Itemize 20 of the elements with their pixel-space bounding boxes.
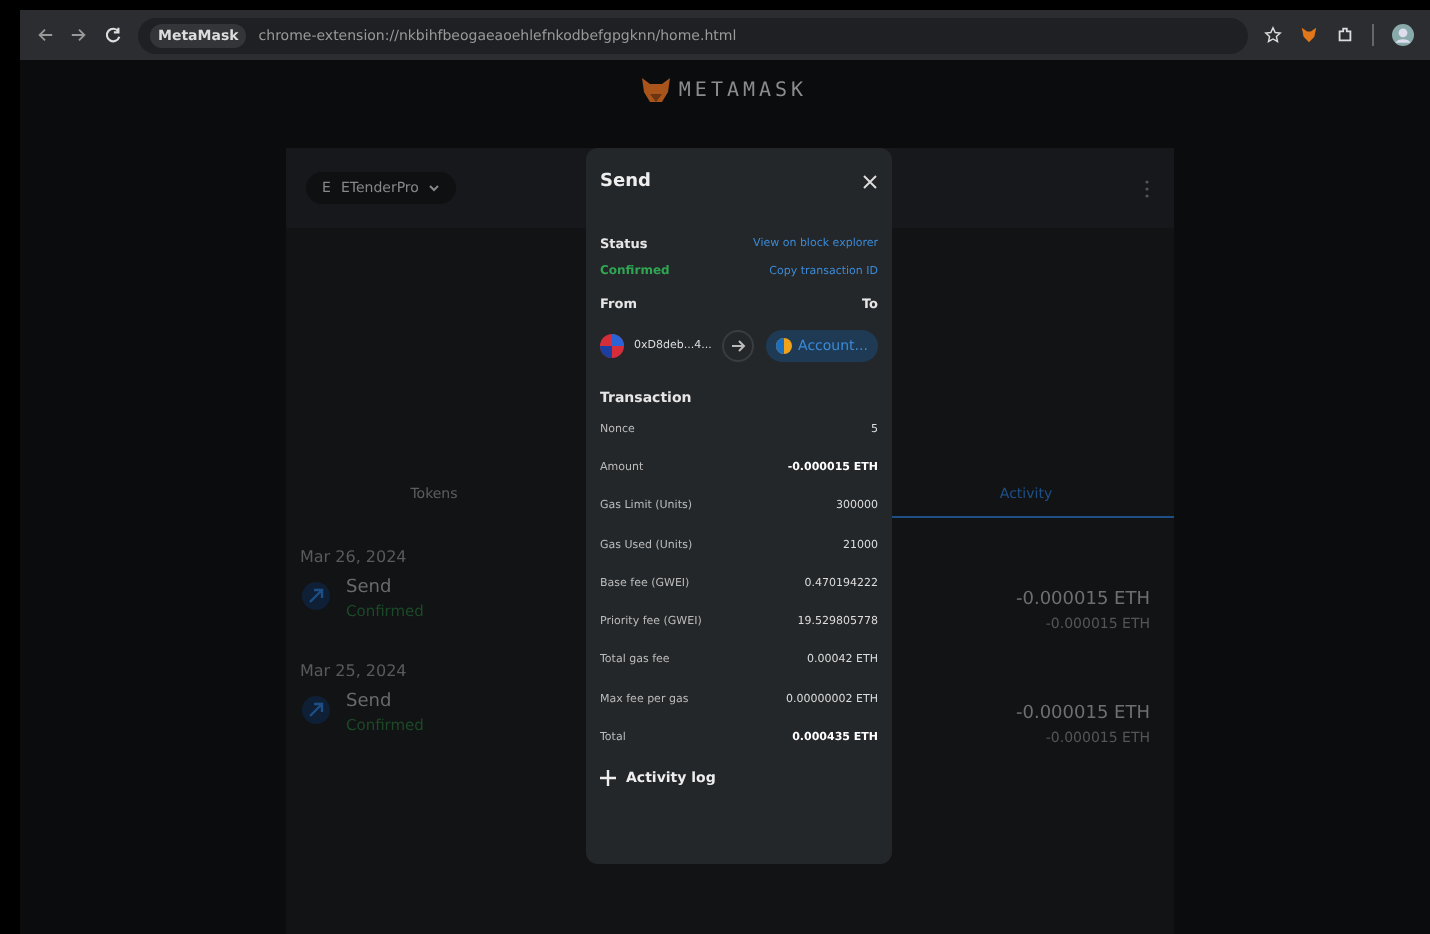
back-icon[interactable]: [36, 26, 54, 44]
star-icon[interactable]: [1264, 26, 1282, 44]
reload-icon[interactable]: [104, 26, 122, 44]
avatar-icon: [600, 334, 624, 358]
caret-icon: [428, 182, 441, 194]
avatar-icon[interactable]: [1392, 24, 1414, 46]
transaction-title[interactable]: Send: [346, 578, 424, 598]
fox-icon[interactable]: [1300, 26, 1318, 44]
transaction-title[interactable]: Send: [346, 692, 424, 712]
forward-icon[interactable]: [70, 26, 88, 44]
logo-text: METAMASK: [678, 79, 808, 101]
close-icon[interactable]: [862, 174, 878, 190]
avatar-icon: [776, 338, 793, 354]
transaction-amount: -0.000015 ETH: [1015, 590, 1150, 610]
date-heading: Mar 26, 2024: [300, 548, 409, 566]
modal-title: Send: [600, 172, 651, 192]
fox-logo-icon: [642, 77, 671, 103]
date-heading: Mar 25, 2024: [300, 662, 409, 680]
transaction-amount: -0.000015 ETH: [1015, 704, 1150, 724]
plus-icon: [600, 769, 616, 786]
